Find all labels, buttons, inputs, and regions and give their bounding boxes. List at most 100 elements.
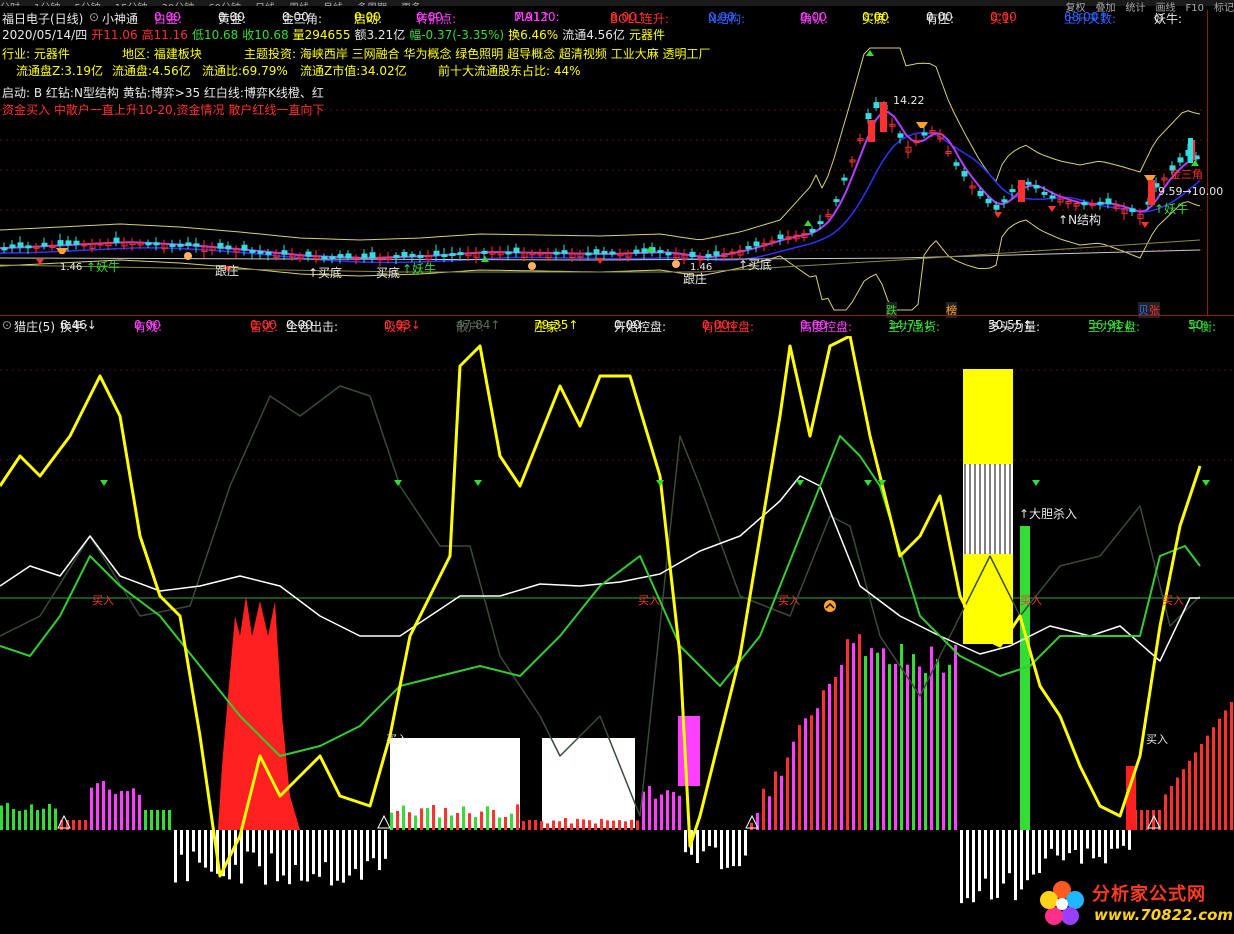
histogram-bar — [90, 787, 93, 830]
histogram-bar — [780, 775, 783, 830]
buy-label-6: 买入 — [386, 733, 408, 746]
histogram-bar — [360, 830, 363, 880]
dealer-hunt-chart[interactable] — [0, 336, 1234, 934]
histogram-bar — [48, 803, 51, 830]
big-candle — [1018, 180, 1025, 202]
histogram-bar — [12, 809, 15, 830]
histogram-bar — [792, 741, 795, 830]
histogram-bar — [882, 648, 885, 830]
histogram-bar — [1128, 830, 1131, 850]
histogram-bar — [702, 830, 705, 852]
histogram-bar — [528, 819, 531, 830]
histogram-bar — [630, 819, 633, 830]
histogram-bar — [948, 664, 951, 830]
candle-body — [321, 256, 328, 260]
candle-body — [369, 252, 376, 259]
histogram-bar — [984, 830, 987, 879]
indicator-value: 0.03↓ — [384, 318, 421, 332]
left-number-label: 1.46 — [60, 262, 83, 273]
histogram-bar — [1068, 830, 1071, 854]
candle-body — [601, 250, 608, 255]
histogram-bar — [654, 798, 657, 830]
candle-body — [753, 241, 760, 247]
histogram-bar — [1194, 752, 1197, 830]
histogram-bar — [1200, 744, 1203, 830]
candle-body — [145, 242, 152, 246]
histogram-bar — [144, 810, 147, 830]
histogram-bar — [198, 830, 201, 863]
candle-body — [25, 245, 32, 249]
price-chart[interactable] — [0, 10, 1234, 315]
histogram-bar — [1110, 830, 1113, 849]
histogram-bar — [564, 818, 567, 830]
histogram-bar — [1098, 830, 1101, 857]
histogram-bar — [162, 810, 165, 830]
candle-body — [953, 162, 960, 166]
candle-body — [641, 248, 648, 254]
candle-body — [1009, 189, 1016, 193]
big-candle-cyan — [1188, 138, 1193, 163]
flower-logo-icon — [1040, 881, 1084, 925]
histogram-bar — [1092, 830, 1095, 859]
candle-body — [993, 204, 1000, 210]
histogram-bar — [918, 666, 921, 830]
histogram-bar — [474, 817, 477, 830]
candle-body — [361, 253, 368, 259]
histogram-bar — [606, 820, 609, 830]
histogram-bar — [450, 815, 453, 830]
candle-body — [345, 253, 352, 259]
green-triangle-icon — [100, 480, 108, 486]
histogram-bar — [1002, 830, 1005, 884]
candle-body — [17, 242, 24, 248]
magenta-block — [678, 716, 700, 786]
indicator-value: 0.00 — [614, 318, 641, 332]
histogram-bar — [84, 820, 87, 830]
green-triangle-icon — [474, 480, 482, 486]
signal-arrow-icon — [804, 220, 812, 226]
histogram-bar — [798, 725, 801, 830]
candle-body — [337, 254, 344, 258]
sub-indicator-dropdown-icon[interactable]: ⊙ — [2, 318, 12, 332]
histogram-bar — [1230, 702, 1233, 830]
histogram-bar — [462, 806, 465, 830]
candle-body — [873, 102, 880, 109]
histogram-bar — [966, 830, 969, 899]
histogram-bar — [480, 811, 483, 830]
histogram-bar — [300, 830, 303, 881]
histogram-bar — [1188, 760, 1191, 830]
indicator-value: 0.00 — [800, 318, 827, 332]
indicator-value: 50.55↑ — [988, 318, 1033, 332]
candle-body — [657, 250, 664, 254]
candle-body — [241, 244, 248, 251]
histogram-bar — [846, 639, 849, 830]
candle-body — [897, 133, 904, 138]
sub-indicator-name[interactable]: 猎庄(5) — [14, 318, 55, 335]
histogram-bar — [540, 821, 543, 830]
histogram-bar — [36, 810, 39, 830]
histogram-bar — [972, 830, 975, 903]
histogram-bar — [318, 830, 321, 877]
histogram-bar — [858, 634, 861, 830]
candle-body — [185, 242, 192, 247]
histogram-bar — [612, 820, 615, 830]
watermark-title: 分析家公式网 — [1092, 884, 1206, 905]
histogram-bar — [1218, 718, 1221, 830]
histogram-bar — [390, 812, 393, 830]
candle-body — [841, 177, 848, 181]
candle-body — [833, 199, 840, 203]
indicator-value: 0.00↓ — [702, 318, 739, 332]
histogram-bar — [168, 810, 171, 830]
histogram-bar — [174, 830, 177, 883]
histogram-bar — [6, 802, 9, 830]
candle-body — [281, 250, 288, 255]
histogram-bar — [876, 652, 879, 830]
candle-body — [1097, 201, 1104, 205]
histogram-bar — [378, 830, 381, 871]
histogram-bar — [726, 830, 729, 868]
histogram-bar — [996, 830, 999, 898]
indicator-value: 79.35↑ — [534, 318, 579, 332]
candle-body — [57, 240, 64, 246]
green-triangle-icon — [394, 480, 402, 486]
histogram-bar — [960, 830, 963, 904]
histogram-bar — [114, 794, 117, 830]
